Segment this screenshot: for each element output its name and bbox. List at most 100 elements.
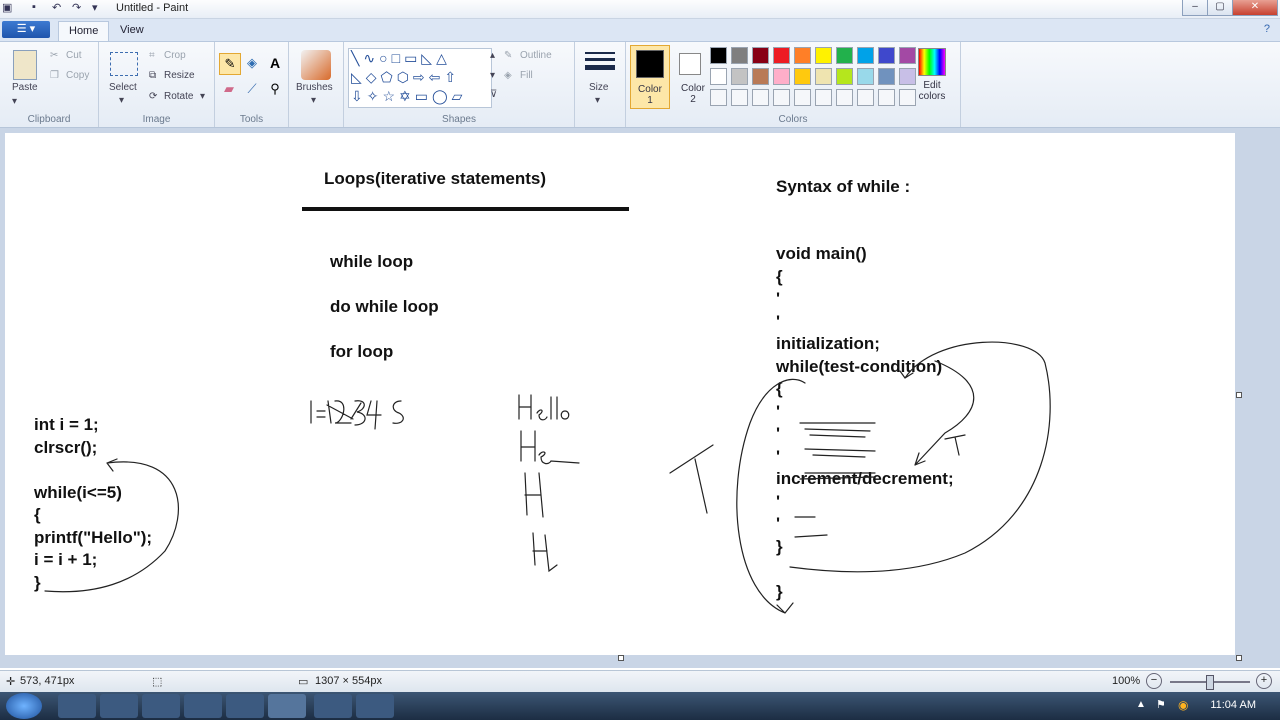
tray-flag-icon[interactable]: ⚑ [1156,698,1166,711]
undo-icon[interactable]: ↶ [52,1,61,14]
paint-app-icon[interactable]: ▣ [2,1,12,14]
palette-swatch[interactable] [752,68,769,85]
drawing-canvas[interactable]: Loops(iterative statements) while loop d… [5,133,1235,655]
taskbar-app-icon[interactable] [100,694,138,718]
customize-qat-icon[interactable]: ▾ [92,1,98,14]
fill-bucket-icon[interactable]: ◈ [242,53,262,73]
crop-icon[interactable]: ⌗ [149,50,155,61]
palette-swatch[interactable] [857,89,874,106]
palette-swatch[interactable] [836,68,853,85]
resize-handle-bottom[interactable] [618,655,624,661]
taskbar-dosbox-icon[interactable] [268,694,306,718]
resize-icon[interactable]: ⧉ [149,70,156,81]
tab-home[interactable]: Home [58,21,110,41]
size-button[interactable]: Size [589,82,608,93]
resize-handle-corner[interactable] [1236,655,1242,661]
palette-swatch[interactable] [773,89,790,106]
palette-swatch[interactable] [878,47,895,64]
start-button[interactable] [6,693,42,719]
palette-swatch[interactable] [815,68,832,85]
shapes-expand-icon[interactable]: ⊽ [490,89,497,100]
taskbar-window-icon[interactable] [314,694,352,718]
copy-icon[interactable]: ❐ [50,70,59,81]
resize-button[interactable]: Resize [164,70,195,81]
paste-icon[interactable] [13,50,37,80]
help-icon[interactable]: ? [1264,23,1270,35]
text-tool-icon[interactable]: A [265,53,285,73]
taskbar-ie-icon[interactable] [58,694,96,718]
rotate-icon[interactable]: ⟳ [149,91,157,102]
rotate-dropdown-icon[interactable]: ▾ [200,91,205,102]
cut-icon[interactable]: ✂ [50,50,58,61]
palette-swatch[interactable] [773,47,790,64]
palette-swatch[interactable] [878,89,895,106]
taskbar-paint-icon[interactable] [226,694,264,718]
crop-button[interactable]: Crop [164,50,186,61]
palette-swatch[interactable] [815,47,832,64]
edit-colors-icon[interactable] [918,48,946,76]
edit-colors-button[interactable]: Edit colors [910,80,954,102]
color2-button[interactable]: Color 2 [674,45,712,107]
file-menu-button[interactable]: ☰ ▾ [2,21,50,38]
palette-swatch[interactable] [773,68,790,85]
palette-swatch[interactable] [836,47,853,64]
palette-swatch[interactable] [794,47,811,64]
fill-icon[interactable]: ◈ [504,70,512,81]
tray-app-icon[interactable]: ◉ [1178,698,1188,712]
palette-swatch[interactable] [731,47,748,64]
outline-button[interactable]: Outline [520,50,552,61]
close-button[interactable]: ✕ [1232,0,1278,16]
size-icon[interactable] [585,52,615,76]
shapes-gallery[interactable]: ╲∿○□▭◺△ ◺◇⬠⬡⇨⇦⇧ ⇩✧☆✡▭◯▱ [348,48,492,108]
cut-button[interactable]: Cut [66,50,82,61]
palette-swatch[interactable] [794,68,811,85]
select-button[interactable]: Select [109,82,137,93]
taskbar-notepad-icon[interactable] [356,694,394,718]
brushes-button[interactable]: Brushes [296,82,333,93]
tab-view[interactable]: View [110,21,154,40]
pencil-icon[interactable]: ✎ [219,53,241,75]
palette-swatch[interactable] [752,47,769,64]
palette-swatch[interactable] [857,68,874,85]
magnifier-icon[interactable]: ⚲ [265,79,285,99]
rotate-button[interactable]: Rotate [164,91,193,102]
copy-button[interactable]: Copy [66,70,89,81]
minimize-button[interactable]: – [1182,0,1208,16]
save-icon[interactable]: ▪ [32,1,36,13]
brushes-icon[interactable] [301,50,331,80]
maximize-button[interactable]: ▢ [1207,0,1233,16]
taskbar-chrome-icon[interactable] [184,694,222,718]
palette-swatch[interactable] [878,68,895,85]
palette-swatch[interactable] [815,89,832,106]
zoom-slider-thumb[interactable] [1206,675,1214,690]
shapes-scroll-up-icon[interactable]: ▴ [490,50,495,61]
select-dropdown-icon[interactable]: ▾ [119,95,124,106]
taskbar-explorer-icon[interactable] [142,694,180,718]
palette-swatch[interactable] [752,89,769,106]
paste-dropdown-icon[interactable]: ▾ [12,96,17,107]
palette-swatch[interactable] [731,89,748,106]
tray-arrow-icon[interactable]: ▲ [1136,699,1146,710]
eraser-icon[interactable]: ▰ [219,79,239,99]
palette-swatch[interactable] [794,89,811,106]
fill-button[interactable]: Fill [520,70,533,81]
color-picker-icon[interactable]: ⟋ [242,79,262,99]
redo-icon[interactable]: ↷ [72,1,81,14]
zoom-in-button[interactable]: + [1256,673,1272,689]
shapes-scroll-down-icon[interactable]: ▾ [490,70,495,81]
palette-swatch[interactable] [710,47,727,64]
select-icon[interactable] [110,52,138,76]
palette-swatch[interactable] [710,68,727,85]
palette-swatch[interactable] [731,68,748,85]
paste-button[interactable]: Paste [12,82,38,93]
color1-button[interactable]: Color 1 [630,45,670,109]
palette-swatch[interactable] [836,89,853,106]
resize-handle-right[interactable] [1236,392,1242,398]
palette-swatch[interactable] [899,47,916,64]
palette-swatch[interactable] [710,89,727,106]
size-dropdown-icon[interactable]: ▾ [595,95,600,106]
palette-swatch[interactable] [857,47,874,64]
brushes-dropdown-icon[interactable]: ▾ [311,95,316,106]
outline-icon[interactable]: ✎ [504,50,512,61]
zoom-out-button[interactable]: − [1146,673,1162,689]
